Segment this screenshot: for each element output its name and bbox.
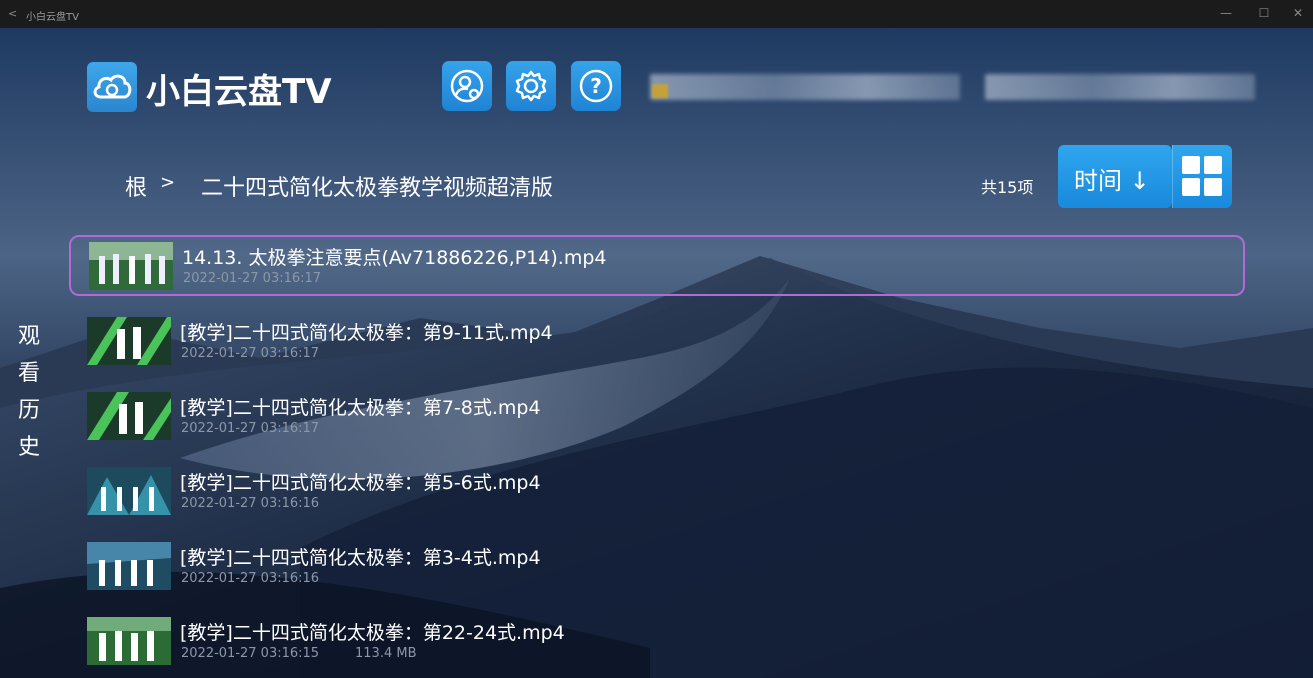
file-name: [教学]二十四式简化太极拳：第7-8式.mp4 xyxy=(180,397,541,419)
account-settings-button[interactable] xyxy=(442,61,492,111)
breadcrumb-root[interactable]: 根 xyxy=(125,170,147,202)
maximize-button[interactable]: ☐ xyxy=(1254,6,1274,20)
user-settings-icon xyxy=(450,69,484,103)
history-char: 史 xyxy=(17,435,40,460)
history-char: 观 xyxy=(17,324,40,349)
account-info-redacted xyxy=(650,74,960,100)
window-titlebar: < 小白云盘TV — ☐ ✕ xyxy=(0,0,1313,28)
grid-view-button[interactable] xyxy=(1172,145,1232,208)
file-row[interactable]: [教学]二十四式简化太极拳：第9-11式.mp4 2022-01-27 03:1… xyxy=(69,310,1245,371)
video-thumbnail xyxy=(87,467,171,515)
breadcrumb-current-folder: 二十四式简化太极拳教学视频超清版 xyxy=(201,176,554,201)
video-thumbnail xyxy=(87,317,171,365)
history-char: 看 xyxy=(17,361,40,386)
sort-by-time-button[interactable]: 时间 ↓ xyxy=(1058,145,1172,208)
file-row[interactable]: 14.13. 太极拳注意要点(Av71886226,P14).mp4 2022-… xyxy=(69,235,1245,296)
help-icon: ? xyxy=(579,69,613,103)
account-badge-redacted xyxy=(652,84,668,98)
file-size: 113.4 MB xyxy=(355,646,417,661)
help-glyph: ? xyxy=(590,74,602,98)
file-date: 2022-01-27 03:16:17 xyxy=(181,346,320,361)
file-date: 2022-01-27 03:16:17 xyxy=(181,421,320,436)
sort-label: 时间 ↓ xyxy=(1074,167,1150,195)
gear-icon xyxy=(515,70,547,102)
file-date: 2022-01-27 03:16:15 xyxy=(181,646,320,661)
help-button[interactable]: ? xyxy=(571,61,621,111)
app-logo xyxy=(87,62,137,112)
watch-history-tab[interactable]: 观 看 历 史 xyxy=(14,318,44,466)
video-thumbnail xyxy=(87,617,171,665)
file-name: [教学]二十四式简化太极拳：第22-24式.mp4 xyxy=(180,622,565,644)
file-name: [教学]二十四式简化太极拳：第5-6式.mp4 xyxy=(180,472,541,494)
window-title: 小白云盘TV xyxy=(26,12,79,23)
account-info-redacted xyxy=(985,74,1255,100)
file-row[interactable]: [教学]二十四式简化太极拳：第3-4式.mp4 2022-01-27 03:16… xyxy=(69,535,1245,596)
file-date: 2022-01-27 03:16:17 xyxy=(183,271,322,286)
cloud-icon xyxy=(93,74,132,99)
video-thumbnail xyxy=(89,242,173,290)
history-char: 历 xyxy=(17,398,40,423)
file-row[interactable]: [教学]二十四式简化太极拳：第7-8式.mp4 2022-01-27 03:16… xyxy=(69,385,1245,446)
settings-button[interactable] xyxy=(506,61,556,111)
minimize-button[interactable]: — xyxy=(1216,6,1236,20)
close-button[interactable]: ✕ xyxy=(1288,6,1308,20)
file-name: 14.13. 太极拳注意要点(Av71886226,P14).mp4 xyxy=(182,247,607,269)
video-thumbnail xyxy=(87,392,171,440)
app-name: 小白云盘TV xyxy=(146,72,332,112)
file-date: 2022-01-27 03:16:16 xyxy=(181,571,320,586)
file-name: [教学]二十四式简化太极拳：第3-4式.mp4 xyxy=(180,547,541,569)
video-thumbnail xyxy=(87,542,171,590)
back-icon[interactable]: < xyxy=(8,7,17,20)
file-row[interactable]: [教学]二十四式简化太极拳：第5-6式.mp4 2022-01-27 03:16… xyxy=(69,460,1245,521)
item-count: 共15项 xyxy=(981,178,1034,197)
file-name: [教学]二十四式简化太极拳：第9-11式.mp4 xyxy=(180,322,553,344)
file-date: 2022-01-27 03:16:16 xyxy=(181,496,320,511)
breadcrumb-separator: > xyxy=(160,172,176,193)
file-row[interactable]: [教学]二十四式简化太极拳：第22-24式.mp4 2022-01-27 03:… xyxy=(69,610,1245,671)
